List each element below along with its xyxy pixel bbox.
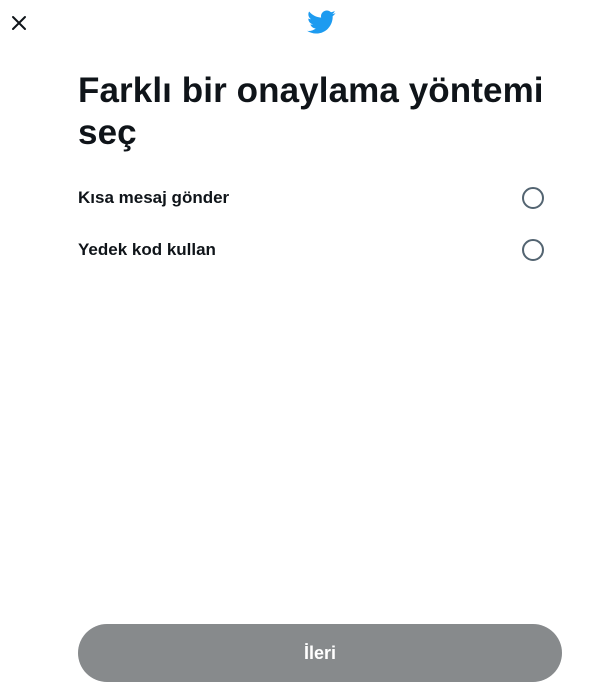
option-label: Yedek kod kullan: [78, 240, 216, 259]
next-button[interactable]: İleri: [78, 624, 562, 682]
verification-options: Kısa mesaj gönder Yedek kod kullan: [78, 172, 548, 276]
twitter-bird-icon: [307, 10, 336, 34]
option-backup-code[interactable]: Yedek kod kullan: [78, 224, 548, 276]
page-title: Farklı bir onaylama yöntemi seç: [78, 71, 544, 152]
option-sms[interactable]: Kısa mesaj gönder: [78, 172, 548, 224]
radio-button[interactable]: [522, 239, 544, 261]
option-label: Kısa mesaj gönder: [78, 188, 230, 207]
radio-button[interactable]: [522, 187, 544, 209]
close-button[interactable]: [2, 6, 36, 40]
close-icon: [12, 16, 26, 30]
